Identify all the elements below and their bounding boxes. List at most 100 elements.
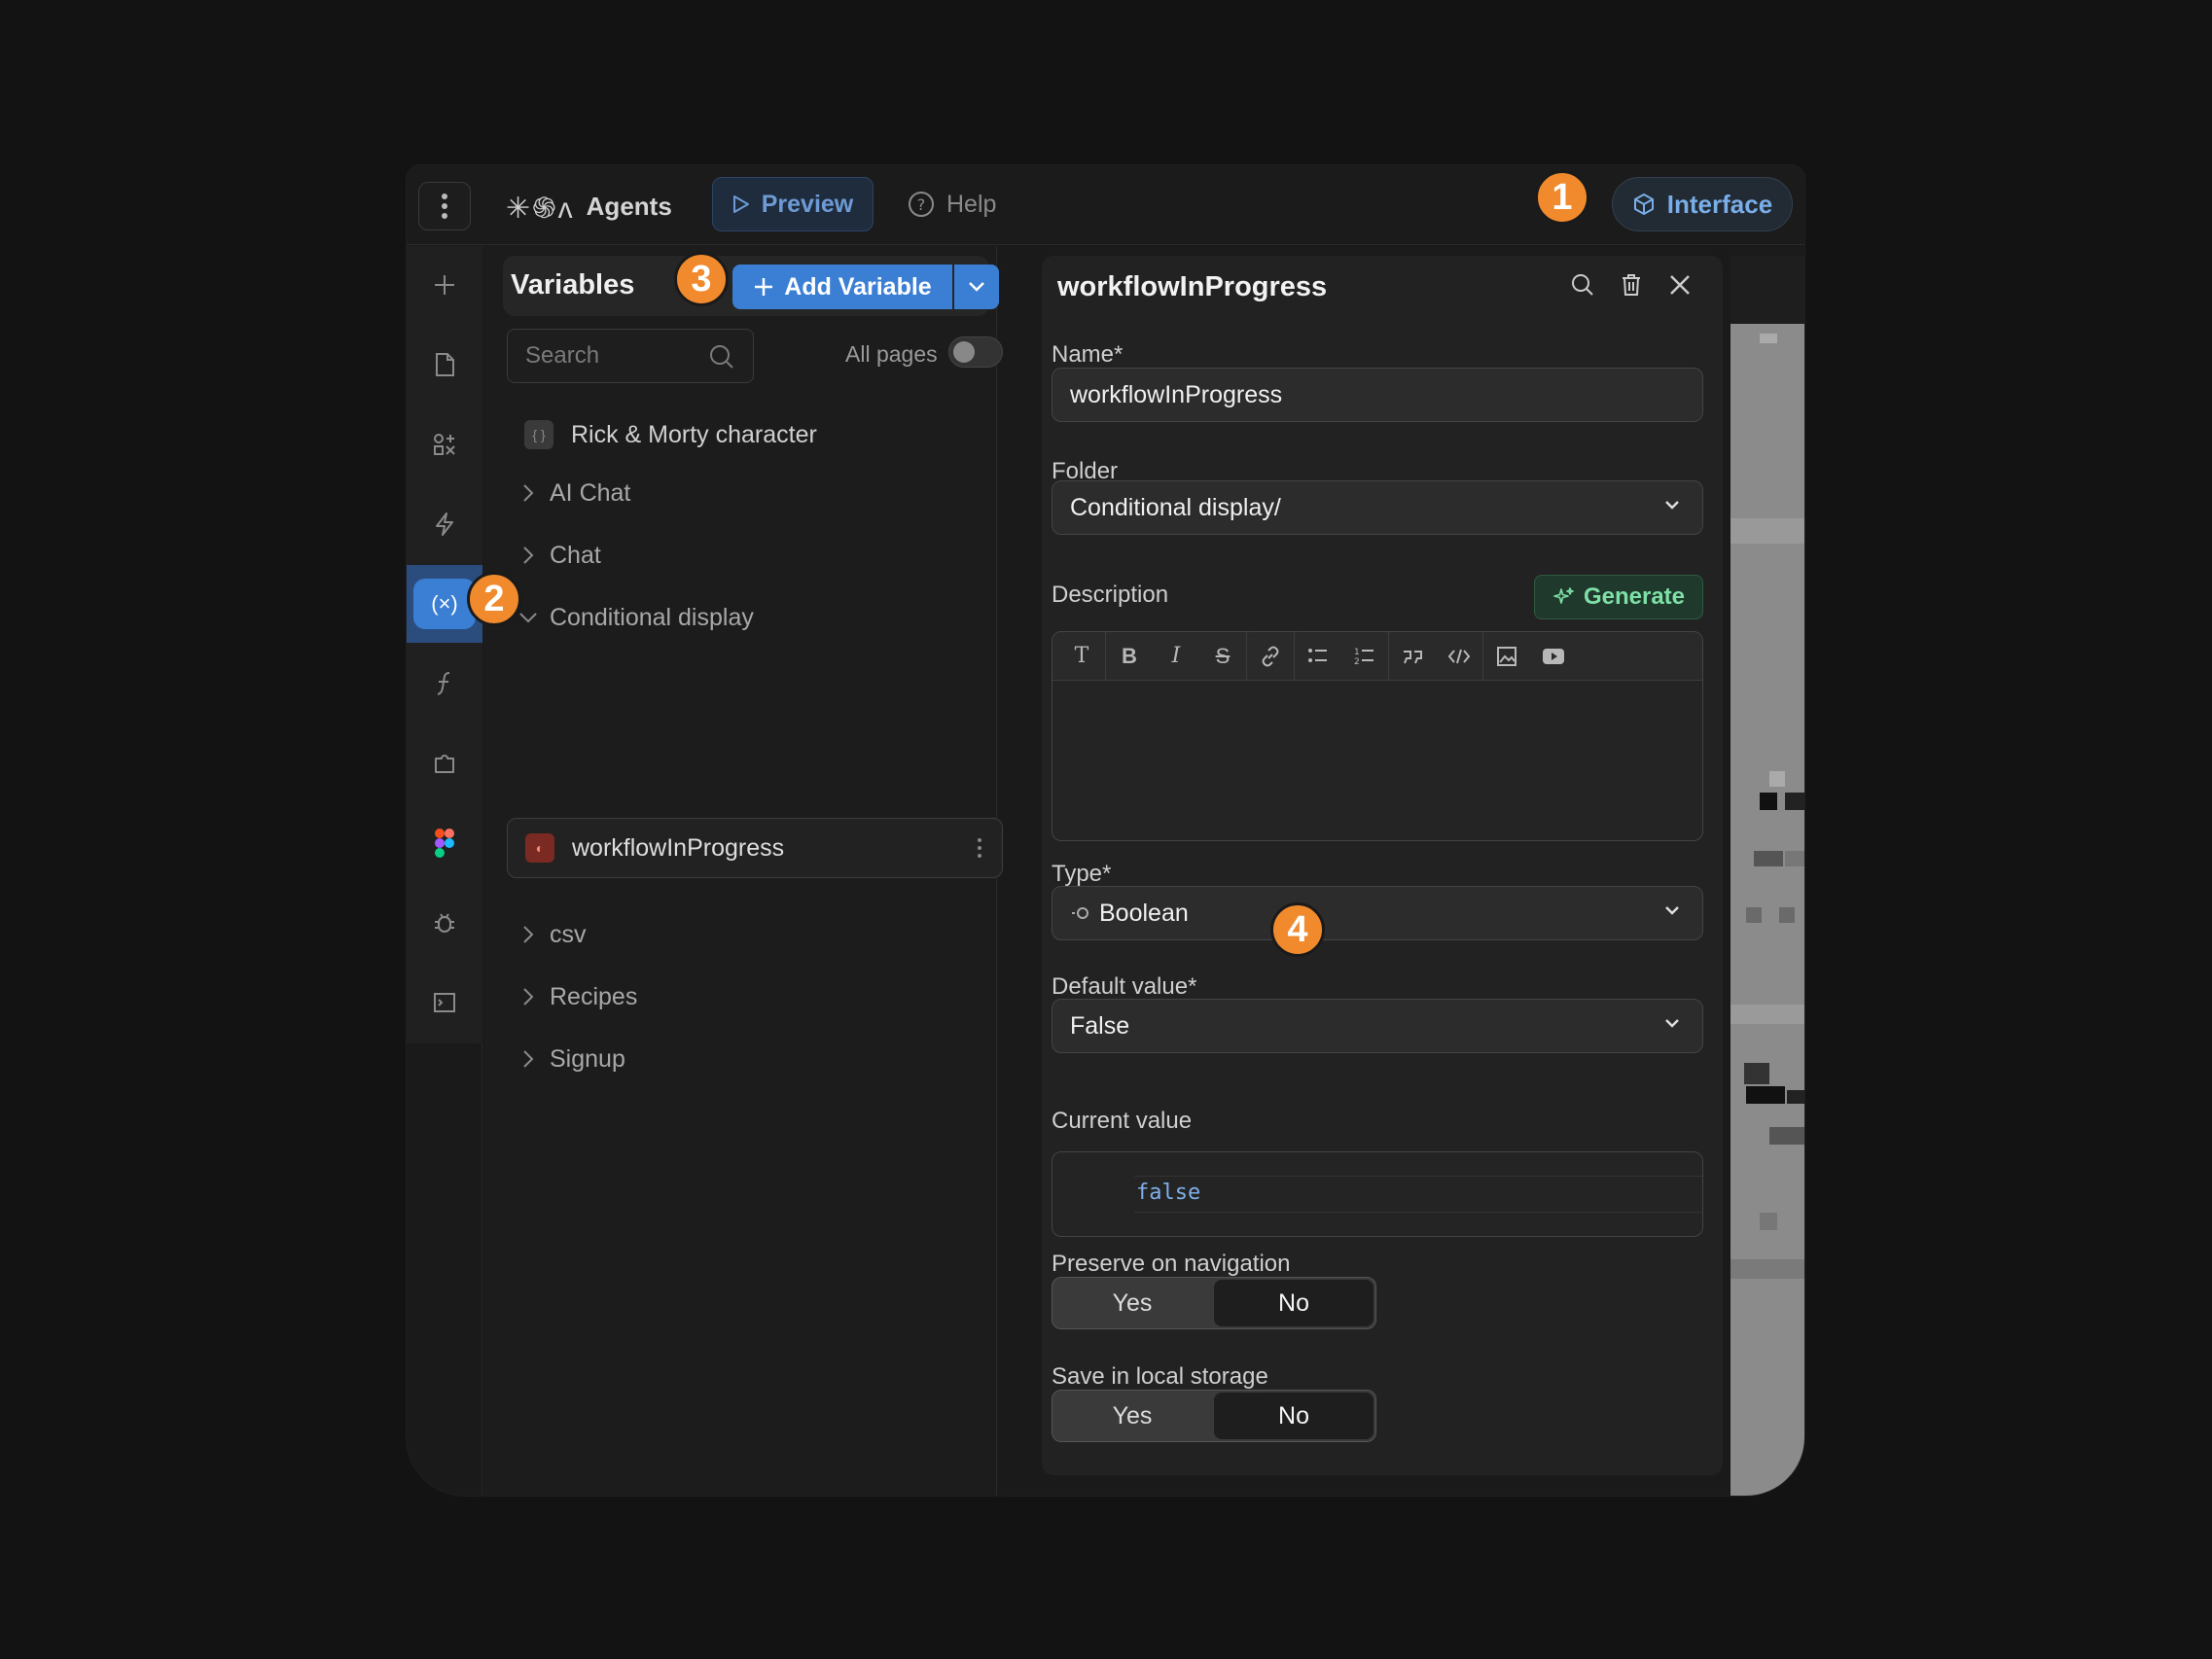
- rail-figma-button[interactable]: [407, 804, 482, 882]
- components-icon: [434, 434, 455, 455]
- current-value-code[interactable]: false: [1134, 1176, 1702, 1213]
- chevron-right-icon: [507, 925, 550, 944]
- kebab-icon: [442, 194, 447, 219]
- rail-plugins-button[interactable]: [407, 724, 482, 802]
- bullet-list-icon[interactable]: [1295, 632, 1341, 681]
- help-button[interactable]: ? Help: [908, 177, 996, 231]
- chevron-right-icon: [507, 483, 550, 503]
- top-bar: ✳︎֍ᴧ Agents Preview ? Help Interface: [407, 165, 1804, 245]
- bold-icon[interactable]: B: [1106, 632, 1153, 681]
- search-input[interactable]: [508, 330, 702, 382]
- sparkles-icon: [1553, 587, 1574, 604]
- more-vertical-icon[interactable]: [977, 836, 982, 860]
- generate-label: Generate: [1583, 583, 1686, 610]
- brand-name: Agents: [586, 192, 672, 221]
- variables-title: Variables: [511, 269, 635, 300]
- preserve-no-option[interactable]: No: [1214, 1280, 1374, 1326]
- preserve-navigation-toggle: Yes No: [1052, 1277, 1376, 1329]
- add-variable-button[interactable]: Add Variable: [732, 265, 952, 309]
- default-value-label: Default value*: [1052, 973, 1196, 1001]
- description-label: Description: [1052, 582, 1169, 608]
- video-icon[interactable]: [1530, 632, 1577, 681]
- rail-components-button[interactable]: [407, 406, 482, 483]
- editor-canvas: [1730, 324, 1804, 1496]
- variables-search: [507, 329, 754, 383]
- rail-add-button[interactable]: [407, 246, 482, 324]
- tree-label: AI Chat: [550, 478, 631, 507]
- quote-icon[interactable]: [1389, 632, 1436, 681]
- help-label: Help: [946, 190, 997, 218]
- search-icon: [710, 345, 733, 369]
- rail-workflows-button[interactable]: [407, 485, 482, 563]
- trash-icon[interactable]: [1618, 271, 1645, 299]
- name-label-text: Name: [1052, 341, 1115, 368]
- boolean-variable-icon: ◐: [525, 833, 554, 863]
- folder-recipes[interactable]: Recipes: [507, 970, 1003, 1024]
- folder-csv[interactable]: csv: [507, 907, 1003, 962]
- callout-badge-4: 4: [1270, 902, 1325, 957]
- chevron-right-icon: [507, 546, 550, 565]
- text-style-icon[interactable]: T: [1058, 632, 1105, 681]
- current-value-box: false: [1052, 1151, 1703, 1237]
- callout-badge-3: 3: [674, 252, 729, 306]
- svg-text:1: 1: [1354, 648, 1360, 657]
- all-pages-toggle[interactable]: [948, 336, 1003, 368]
- folder-signup[interactable]: Signup: [507, 1032, 1003, 1086]
- interface-button[interactable]: Interface: [1612, 177, 1793, 231]
- preview-label: Preview: [761, 190, 854, 218]
- rail-debug-button[interactable]: [407, 884, 482, 962]
- cube-icon: [1633, 194, 1654, 215]
- interface-label: Interface: [1666, 189, 1773, 219]
- local-no-option[interactable]: No: [1214, 1393, 1374, 1439]
- detail-title: workflowInProgress: [1057, 271, 1328, 302]
- italic-icon[interactable]: I: [1153, 632, 1199, 681]
- rail-console-button[interactable]: [407, 964, 482, 1041]
- add-variable-dropdown[interactable]: [954, 265, 999, 309]
- folder-conditional-display[interactable]: Conditional display: [507, 590, 1003, 645]
- variable-item-workflow-in-progress[interactable]: ◐ workflowInProgress: [507, 818, 1003, 878]
- strikethrough-icon[interactable]: S: [1199, 632, 1246, 681]
- left-rail: (×): [407, 246, 482, 1496]
- local-yes-option[interactable]: Yes: [1052, 1391, 1212, 1441]
- preserve-yes-option[interactable]: Yes: [1052, 1278, 1212, 1328]
- name-input[interactable]: [1070, 380, 1654, 409]
- tree-label: Chat: [550, 541, 601, 569]
- generate-button[interactable]: Generate: [1534, 575, 1703, 619]
- preview-button[interactable]: Preview: [712, 177, 874, 231]
- chevron-down-icon: [969, 282, 984, 292]
- rail-formulas-button[interactable]: [407, 645, 482, 723]
- close-icon[interactable]: [1666, 271, 1694, 299]
- chevron-right-icon: [507, 987, 550, 1006]
- type-value: Boolean: [1099, 899, 1189, 927]
- chevron-right-icon: [507, 1049, 550, 1069]
- callout-badge-2: 2: [467, 572, 521, 626]
- variable-detail-panel: workflowInProgress Name* Folder Conditio…: [1042, 256, 1723, 1475]
- type-select[interactable]: Boolean: [1052, 886, 1703, 940]
- name-field: [1052, 368, 1703, 422]
- local-storage-label: Save in local storage: [1052, 1363, 1268, 1390]
- required-mark: *: [1114, 341, 1124, 368]
- canvas-header: [1730, 256, 1804, 324]
- rail-pages-button[interactable]: [407, 326, 482, 404]
- terminal-icon: [434, 993, 455, 1012]
- default-value-select[interactable]: False: [1052, 999, 1703, 1053]
- variable-item-rick-morty[interactable]: { } Rick & Morty character: [507, 407, 1003, 462]
- default-value: False: [1070, 1011, 1130, 1040]
- link-icon[interactable]: [1247, 632, 1294, 681]
- folder-select[interactable]: Conditional display/: [1052, 480, 1703, 535]
- name-label: Name*: [1052, 341, 1123, 369]
- main-menu-button[interactable]: [418, 182, 471, 230]
- folder-ai-chat[interactable]: AI Chat: [507, 466, 1003, 520]
- description-editor: T B I S 12: [1052, 631, 1703, 841]
- type-label-text: Type: [1052, 861, 1103, 887]
- image-icon[interactable]: [1483, 632, 1530, 681]
- svg-text:?: ?: [917, 195, 926, 214]
- code-icon[interactable]: [1436, 632, 1482, 681]
- variables-header: Variables Add Variable: [503, 256, 999, 316]
- numbered-list-icon[interactable]: 12: [1341, 632, 1388, 681]
- folder-chat[interactable]: Chat: [507, 528, 1003, 582]
- rte-toolbar: T B I S 12: [1052, 632, 1702, 681]
- search-icon[interactable]: [1569, 271, 1596, 299]
- file-icon: [436, 353, 454, 376]
- svg-text:2: 2: [1354, 657, 1360, 666]
